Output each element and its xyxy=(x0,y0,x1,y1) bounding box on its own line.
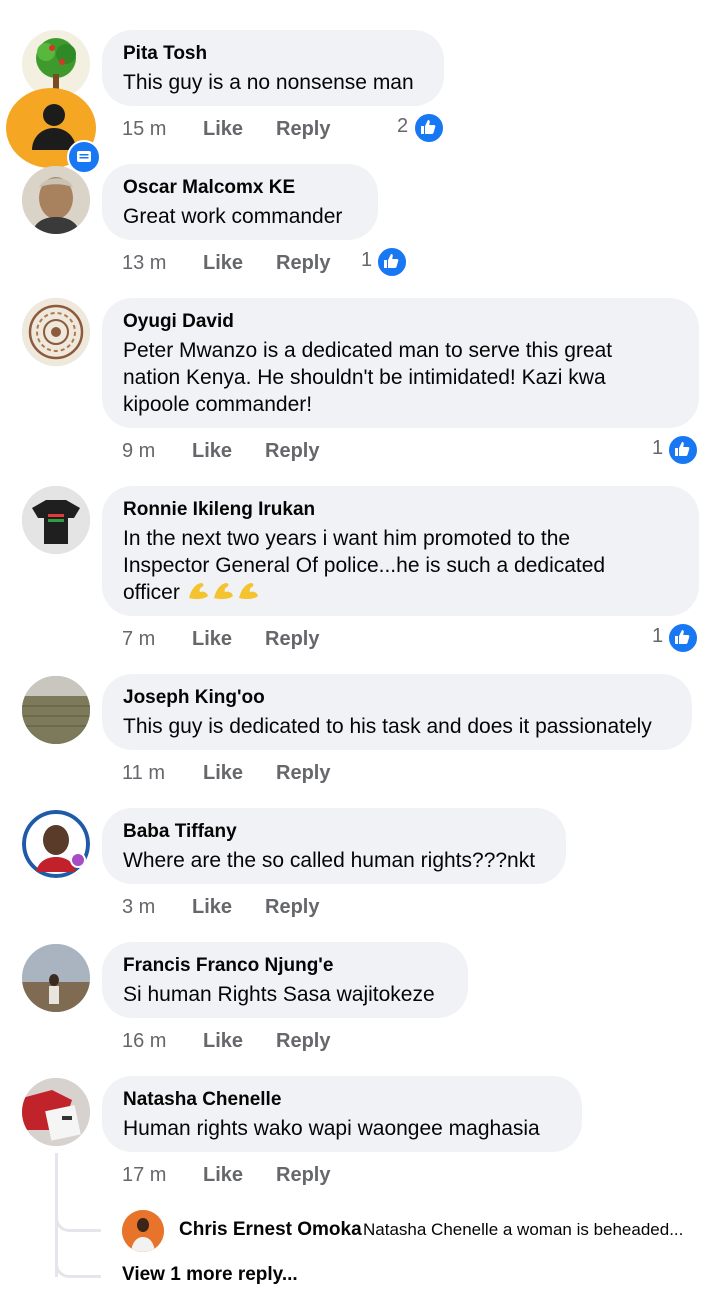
comment-text: This guy is a no nonsense man xyxy=(123,71,414,94)
comment-bubble[interactable]: Joseph King'oo This guy is dedicated to … xyxy=(102,674,692,750)
comment-time[interactable]: 9 m xyxy=(122,436,155,466)
reply-author[interactable]: Chris Ernest Omoka xyxy=(179,1219,362,1241)
comment-text-line: Inspector General Of police...he is such… xyxy=(123,554,606,577)
like-button[interactable]: Like xyxy=(203,1026,243,1056)
comment-text-line: officer xyxy=(123,579,677,606)
comment-time[interactable]: 3 m xyxy=(122,892,155,922)
thumbs-up-icon xyxy=(376,246,408,278)
avatar-ronnie-irukan[interactable] xyxy=(22,486,90,554)
comment-text-line: kipoole commander! xyxy=(123,393,313,416)
comment-bubble[interactable]: Pita Tosh This guy is a no nonsense man xyxy=(102,30,444,106)
thumbs-up-icon xyxy=(667,622,699,654)
like-button[interactable]: Like xyxy=(203,114,243,144)
reaction-count[interactable]: 2 xyxy=(397,111,445,144)
view-more-replies[interactable]: View 1 more reply... xyxy=(122,1264,298,1286)
comment-time[interactable]: 16 m xyxy=(122,1026,166,1056)
thread-branch xyxy=(55,1258,101,1278)
reply-button[interactable]: Reply xyxy=(276,1026,330,1056)
comment-time[interactable]: 11 m xyxy=(122,758,165,788)
reaction-count[interactable]: 1 xyxy=(652,433,699,466)
avatar-chris-omoka[interactable] xyxy=(122,1210,164,1252)
avatar-oyugi-david[interactable] xyxy=(22,298,90,366)
comment-text: Great work commander xyxy=(123,205,343,228)
thumbs-up-icon xyxy=(667,434,699,466)
reply-button[interactable]: Reply xyxy=(265,892,319,922)
like-button[interactable]: Like xyxy=(203,758,243,788)
reply-text: Natasha Chenelle a woman is beheaded... xyxy=(363,1220,684,1239)
comment-text-line: nation Kenya. He shouldn't be intimidate… xyxy=(123,366,606,389)
reaction-count[interactable]: 1 xyxy=(652,621,699,654)
comment-text: Human rights wako wapi waongee maghasia xyxy=(123,1117,540,1140)
reply-button[interactable]: Reply xyxy=(276,248,330,278)
comment-bubble[interactable]: Baba Tiffany Where are the so called hum… xyxy=(102,808,566,884)
chat-bubble-icon xyxy=(67,140,101,174)
comment-author[interactable]: Oyugi David xyxy=(123,310,677,334)
comment-bubble[interactable]: Oyugi David Peter Mwanzo is a dedicated … xyxy=(102,298,699,428)
avatar-baba-tiffany[interactable] xyxy=(22,810,90,878)
comment-text: In the next two years i want him promote… xyxy=(123,525,677,606)
reply-button[interactable]: Reply xyxy=(276,758,330,788)
like-button[interactable]: Like xyxy=(203,1160,243,1190)
comment-time[interactable]: 17 m xyxy=(122,1160,166,1190)
avatar-joseph-kingoo[interactable] xyxy=(22,676,90,744)
reaction-count-value: 1 xyxy=(361,249,373,271)
reply-preview[interactable]: Chris Ernest Omoka Natasha Chenelle a wo… xyxy=(122,1210,712,1252)
comment-author[interactable]: Francis Franco Njung'e xyxy=(123,954,446,978)
reaction-count[interactable]: 1 xyxy=(361,245,408,278)
comment-bubble[interactable]: Ronnie Ikileng Irukan In the next two ye… xyxy=(102,486,699,616)
like-button[interactable]: Like xyxy=(192,436,232,466)
comment-text: Peter Mwanzo is a dedicated man to serve… xyxy=(123,337,677,418)
comment-time[interactable]: 7 m xyxy=(122,624,155,654)
avatar-natasha-chenelle[interactable] xyxy=(22,1078,90,1146)
comment-author[interactable]: Pita Tosh xyxy=(123,42,422,66)
comment-bubble[interactable]: Oscar Malcomx KE Great work commander xyxy=(102,164,378,240)
reaction-count-value: 1 xyxy=(652,437,664,459)
like-button[interactable]: Like xyxy=(192,624,232,654)
comment-author[interactable]: Oscar Malcomx KE xyxy=(123,176,356,200)
comment-time[interactable]: 15 m xyxy=(122,114,166,144)
reply-button[interactable]: Reply xyxy=(265,436,319,466)
avatar-francis-njunge[interactable] xyxy=(22,944,90,1012)
comment-author[interactable]: Ronnie Ikileng Irukan xyxy=(123,498,677,522)
like-button[interactable]: Like xyxy=(203,248,243,278)
comment-bubble[interactable]: Natasha Chenelle Human rights wako wapi … xyxy=(102,1076,582,1152)
comment-text-line: In the next two years i want him promote… xyxy=(123,527,571,550)
comment-text-fragment: officer xyxy=(123,581,180,604)
comment-text: Si human Rights Sasa wajitokeze xyxy=(123,983,435,1006)
comment-bubble[interactable]: Francis Franco Njung'e Si human Rights S… xyxy=(102,942,468,1018)
comment-text: Where are the so called human rights???n… xyxy=(123,849,536,872)
thumbs-up-icon xyxy=(413,112,445,144)
flexed-biceps-icon xyxy=(186,581,261,604)
comment-author[interactable]: Joseph King'oo xyxy=(123,686,670,710)
reply-button[interactable]: Reply xyxy=(276,114,330,144)
comment-author[interactable]: Baba Tiffany xyxy=(123,820,544,844)
reply-button[interactable]: Reply xyxy=(265,624,319,654)
reaction-count-value: 2 xyxy=(397,115,409,137)
reply-button[interactable]: Reply xyxy=(276,1160,330,1190)
avatar-oscar-malcomx[interactable] xyxy=(22,166,90,234)
thread-branch xyxy=(55,1212,101,1232)
comment-text-line: Peter Mwanzo is a dedicated man to serve… xyxy=(123,339,613,362)
comment-time[interactable]: 13 m xyxy=(122,248,166,278)
comment-text: This guy is dedicated to his task and do… xyxy=(123,715,652,738)
comment-author[interactable]: Natasha Chenelle xyxy=(123,1088,560,1112)
reaction-count-value: 1 xyxy=(652,625,664,647)
like-button[interactable]: Like xyxy=(192,892,232,922)
